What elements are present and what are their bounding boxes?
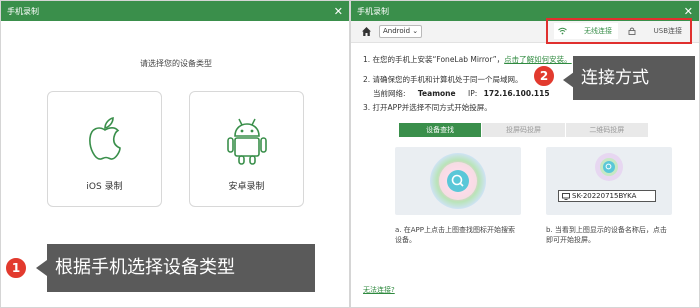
android-icon — [226, 118, 267, 165]
network-name: Teamone — [417, 89, 456, 98]
close-icon[interactable]: ✕ — [334, 6, 343, 17]
search-disc-small-icon — [595, 153, 623, 181]
tab-usb-label: USB连接 — [653, 27, 682, 35]
android-record-card[interactable]: 安卓录制 — [189, 91, 304, 207]
connection-mode-highlight: 无线连接 USB连接 — [546, 18, 692, 44]
callout-1-badge: 1 — [4, 256, 28, 280]
tab-wireless[interactable]: 无线连接 — [554, 23, 618, 39]
left-titlebar: 手机录制 ✕ — [1, 1, 349, 21]
screenshot-canvas: 手机录制 ✕ 请选择您的设备类型 iOS 录制 安卓录制 手机录制 ✕ Andr… — [0, 0, 700, 308]
search-disc-icon — [430, 153, 486, 209]
usb-lock-icon — [628, 27, 636, 35]
network-info: 当前网络: Teamone IP: 172.16.100.115 — [363, 87, 572, 101]
connection-window: 手机录制 ✕ Android ⌄ 1. 在您的手机上安装“FoneLab Mir… — [350, 0, 700, 308]
device-name-box[interactable]: SK-20220715BYKA — [558, 190, 656, 202]
search-illustration — [395, 147, 521, 215]
callout-1: 根据手机选择设备类型 — [47, 244, 315, 292]
mirror-mode-tabs: 设备查找 投屏码投屏 二维码投屏 — [399, 123, 649, 137]
step-3: 3. 打开APP并选择不同方式开始投屏。 — [363, 103, 492, 112]
device-name: SK-20220715BYKA — [572, 192, 637, 200]
ip-label: IP: — [467, 89, 478, 98]
search-instruction: a. 在APP上点击上图查找图标开始搜索设备。 — [395, 226, 515, 244]
callout-1-pointer — [36, 260, 47, 276]
tab-usb[interactable]: USB连接 — [624, 23, 688, 39]
ip-value: 172.16.100.115 — [483, 89, 550, 98]
android-record-label: 安卓录制 — [228, 182, 265, 192]
ios-record-card[interactable]: iOS 录制 — [47, 91, 162, 207]
tab-wireless-label: 无线连接 — [584, 27, 612, 35]
home-icon[interactable] — [361, 26, 372, 37]
tab-pin-code[interactable]: 投屏码投屏 — [482, 123, 566, 137]
right-window-title: 手机录制 — [357, 6, 389, 16]
left-window-title: 手机录制 — [7, 6, 39, 16]
step-1-text: 1. 在您的手机上安装“FoneLab Mirror”， — [363, 55, 505, 64]
tab-qr-code[interactable]: 二维码投屏 — [565, 123, 649, 137]
callout-2-badge: 2 — [532, 64, 556, 88]
install-guide-link[interactable]: 点击了解如何安装。 — [504, 55, 572, 64]
device-found-illustration: SK-20220715BYKA — [546, 147, 672, 215]
device-type-prompt: 请选择您的设备类型 — [140, 59, 212, 68]
network-label: 当前网络: — [373, 89, 406, 98]
cannot-connect-link[interactable]: 无法连接? — [363, 285, 395, 295]
wifi-icon — [558, 27, 567, 35]
ios-record-label: iOS 录制 — [86, 182, 123, 192]
connect-instruction: b. 当看到上图显示的设备名称后，点击即可开始投屏。 — [546, 226, 667, 244]
callout-2: 连接方式 — [573, 56, 695, 100]
monitor-icon — [562, 192, 570, 200]
apple-icon — [88, 116, 121, 160]
close-icon[interactable]: ✕ — [684, 6, 693, 17]
tab-device-search[interactable]: 设备查找 — [399, 123, 483, 137]
os-select[interactable]: Android ⌄ — [379, 25, 423, 38]
